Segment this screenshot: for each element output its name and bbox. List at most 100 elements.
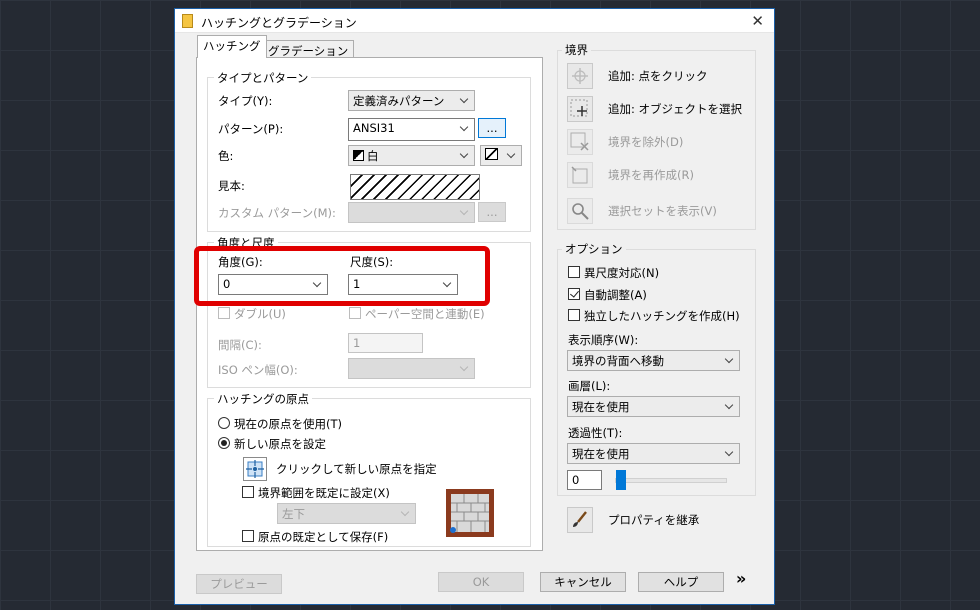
associative-label: 自動調整(A) [584, 288, 647, 302]
app-icon [182, 14, 193, 28]
paper-space-label: ペーパー空間と連動(E) [365, 307, 485, 321]
recreate-boundary-label[interactable]: 境界を再作成(R) [608, 167, 694, 183]
pattern-select-value: ANSI31 [353, 121, 395, 135]
default-extents-label: 境界範囲を既定に設定(X) [258, 486, 390, 500]
add-pick-points-label[interactable]: 追加: 点をクリック [608, 68, 708, 84]
transparency-label: 透過性(T): [568, 426, 623, 440]
chevron-down-icon [460, 148, 470, 162]
preview-button[interactable]: プレビュー [196, 574, 282, 594]
separate-hatches-label: 独立したハッチングを作成(H) [584, 309, 740, 323]
custom-pattern-browse-button[interactable]: ... [478, 202, 506, 222]
store-default-origin-checkbox[interactable] [242, 530, 254, 542]
type-label: タイプ(Y): [218, 94, 273, 108]
remove-boundaries-label[interactable]: 境界を除外(D) [608, 134, 683, 150]
title-bar[interactable]: ハッチングとグラデーション ✕ [175, 9, 774, 33]
chevron-down-icon [725, 399, 735, 413]
spacing-input[interactable]: 1 [348, 333, 423, 353]
layer-label: 画層(L): [568, 379, 611, 393]
color-select-value: 白 [367, 149, 379, 163]
annotative-checkbox[interactable] [568, 266, 580, 278]
chevron-down-icon [725, 446, 735, 460]
ok-button[interactable]: OK [438, 572, 524, 592]
chevron-down-icon [507, 148, 517, 162]
draw-order-select[interactable]: 境界の背面へ移動 [567, 350, 740, 371]
transparency-select[interactable]: 現在を使用 [567, 443, 740, 464]
cancel-button[interactable]: キャンセル [540, 572, 626, 592]
background-color-select[interactable] [480, 145, 522, 166]
use-current-origin-label: 現在の原点を使用(T) [234, 417, 342, 431]
annotation-highlight-box [194, 246, 490, 306]
double-label: ダブル(U) [234, 307, 286, 321]
help-button[interactable]: ヘルプ [638, 572, 724, 592]
layer-select[interactable]: 現在を使用 [567, 396, 740, 417]
transparency-slider-thumb[interactable] [616, 470, 626, 490]
specify-new-origin-radio[interactable] [218, 437, 230, 449]
click-origin-label: クリックして新しい原点を指定 [276, 462, 437, 476]
inherit-properties-button[interactable] [567, 507, 593, 533]
select-objects-icon [570, 99, 588, 117]
draw-order-label: 表示順序(W): [568, 333, 639, 347]
annotative-label: 異尺度対応(N) [584, 266, 660, 280]
hatch-origin-group-label: ハッチングの原点 [214, 391, 312, 407]
chevron-down-icon [460, 361, 470, 375]
paintbrush-icon [573, 511, 587, 527]
boundaries-group-label: 境界 [562, 42, 591, 58]
extents-position-select[interactable]: 左下 [277, 503, 416, 524]
add-select-objects-button[interactable] [567, 96, 593, 122]
default-extents-checkbox[interactable] [242, 486, 254, 498]
chevron-down-icon [460, 205, 470, 219]
iso-pen-width-label: ISO ペン幅(O): [218, 363, 298, 377]
no-fill-icon [485, 148, 498, 160]
options-group-label: オプション [562, 241, 626, 257]
chevron-down-icon [725, 353, 735, 367]
pattern-sample-swatch[interactable] [350, 174, 480, 200]
layer-value: 現在を使用 [572, 400, 630, 414]
type-pattern-group-label: タイプとパターン [214, 70, 312, 86]
chevron-down-icon [401, 506, 411, 520]
more-options-chevron-icon[interactable]: » [736, 569, 746, 588]
color-label: 色: [218, 149, 234, 163]
brick-origin-preview-icon [446, 489, 494, 537]
type-select[interactable]: 定義済みパターン [348, 90, 475, 111]
tab-hatch[interactable]: ハッチング [197, 35, 267, 58]
transparency-value: 現在を使用 [572, 447, 630, 461]
pattern-browse-button[interactable]: ... [478, 118, 506, 138]
view-selections-label[interactable]: 選択セットを表示(V) [608, 203, 717, 219]
chevron-down-icon [460, 93, 470, 107]
separate-hatches-checkbox[interactable] [568, 309, 580, 321]
pattern-select[interactable]: ANSI31 [348, 118, 475, 141]
type-select-value: 定義済みパターン [353, 94, 445, 108]
use-current-origin-radio[interactable] [218, 417, 230, 429]
sample-label: 見本: [218, 179, 245, 193]
add-select-objects-label[interactable]: 追加: オブジェクトを選択 [608, 101, 742, 117]
transparency-slider-track[interactable] [615, 478, 727, 483]
draw-order-value: 境界の背面へ移動 [572, 354, 664, 368]
recreate-boundary-button[interactable] [567, 162, 593, 188]
double-checkbox[interactable] [218, 307, 230, 319]
remove-boundary-icon [570, 132, 589, 151]
magnifier-icon [572, 203, 589, 220]
spacing-label: 間隔(C): [218, 338, 262, 352]
color-swatch-icon [353, 150, 364, 161]
add-pick-points-button[interactable] [567, 63, 593, 89]
color-select[interactable]: 白 [348, 145, 475, 166]
window-title: ハッチングとグラデーション [201, 16, 357, 30]
extents-position-value: 左下 [282, 507, 305, 521]
iso-pen-width-select[interactable] [348, 358, 475, 379]
click-origin-button[interactable] [243, 457, 267, 481]
close-icon[interactable]: ✕ [751, 12, 764, 30]
view-selections-button[interactable] [567, 198, 593, 224]
associative-checkbox[interactable] [568, 288, 580, 300]
transparency-number-input[interactable]: 0 [567, 470, 602, 490]
chevron-down-icon [460, 121, 470, 135]
inherit-properties-label[interactable]: プロパティを継承 [608, 512, 699, 528]
specify-new-origin-label: 新しい原点を設定 [234, 437, 326, 451]
store-default-origin-label: 原点の既定として保存(F) [258, 530, 389, 544]
remove-boundaries-button[interactable] [567, 129, 593, 155]
paper-space-checkbox[interactable] [349, 307, 361, 319]
pattern-label: パターン(P): [218, 122, 284, 136]
origin-pick-icon [246, 460, 264, 478]
custom-pattern-select[interactable] [348, 202, 475, 223]
custom-pattern-label: カスタム パターン(M): [218, 206, 336, 220]
recreate-boundary-icon [571, 166, 588, 184]
